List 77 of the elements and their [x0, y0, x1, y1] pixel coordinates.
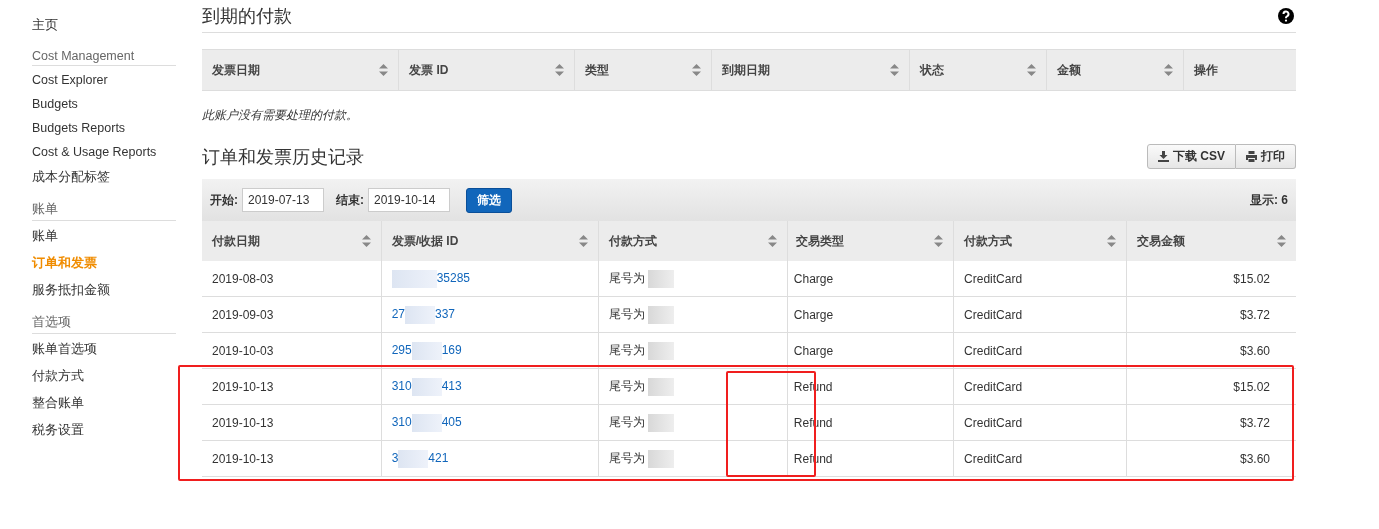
- table-cell: CreditCard: [953, 332, 1127, 369]
- table-cell-text: 尾号为: [609, 414, 646, 429]
- column-header[interactable]: 付款方式: [598, 221, 788, 261]
- empty-message: 此账户没有需要处理的付款。: [202, 107, 359, 124]
- start-date-field[interactable]: 2019-07-13: [242, 188, 324, 212]
- column-header[interactable]: 状态: [909, 49, 1047, 91]
- invoice-link[interactable]: 295: [391, 342, 412, 357]
- sidebar-item[interactable]: 整合账单: [32, 390, 176, 417]
- invoice-link[interactable]: 27: [391, 306, 405, 321]
- table-cell: CreditCard: [953, 440, 1127, 477]
- column-header[interactable]: 到期日期: [711, 49, 910, 91]
- section-title: 订单和发票历史记录: [202, 145, 364, 169]
- table-cell: CreditCard: [953, 261, 1127, 297]
- sidebar-item[interactable]: Budgets: [32, 92, 176, 116]
- table-cell: Charge: [787, 296, 954, 333]
- sidebar-heading: 账单: [32, 197, 176, 221]
- sidebar-heading: Cost Management: [32, 45, 176, 66]
- table-cell: $3.60: [1126, 332, 1296, 369]
- sidebar-item[interactable]: Cost & Usage Reports: [32, 140, 176, 164]
- invoice-link[interactable]: 310: [391, 378, 412, 393]
- table-cell: CreditCard: [953, 296, 1127, 333]
- invoice-link[interactable]: 310: [391, 414, 412, 429]
- start-label: 开始:: [210, 191, 238, 209]
- sidebar-item[interactable]: Cost Explorer: [32, 68, 176, 92]
- end-label: 结束:: [336, 191, 364, 209]
- column-header[interactable]: 交易类型: [787, 221, 954, 261]
- table-cell-text: 尾号为: [609, 270, 646, 285]
- table-cell: $3.60: [1126, 440, 1296, 477]
- table-cell: Charge: [787, 332, 954, 369]
- column-header[interactable]: 发票/收据 ID: [381, 221, 599, 261]
- invoice-link[interactable]: 169: [441, 342, 462, 357]
- invoice-link[interactable]: 421: [428, 450, 449, 465]
- invoice-link[interactable]: 35285: [436, 270, 470, 285]
- column-header[interactable]: 交易金额: [1126, 221, 1296, 261]
- table-cell: 2019-08-03: [202, 261, 382, 297]
- column-header[interactable]: 类型: [574, 49, 712, 91]
- column-header[interactable]: 操作: [1183, 49, 1296, 91]
- sidebar-item[interactable]: 付款方式: [32, 363, 176, 390]
- column-header[interactable]: 付款日期: [202, 221, 382, 261]
- table-cell: $3.72: [1126, 296, 1296, 333]
- column-header[interactable]: 金额: [1046, 49, 1184, 91]
- invoice-link[interactable]: 405: [441, 414, 462, 429]
- table-cell-text: 尾号为: [609, 306, 646, 321]
- table-cell: CreditCard: [953, 368, 1127, 405]
- sidebar-heading: 首选项: [32, 310, 176, 334]
- table-cell-text: 尾号为: [609, 378, 646, 393]
- invoice-link[interactable]: 3: [391, 450, 399, 465]
- table-cell: CreditCard: [953, 404, 1127, 441]
- table-cell-text: 尾号为: [609, 450, 646, 465]
- table-cell: 2019-10-03: [202, 332, 382, 369]
- sidebar-item[interactable]: 服务抵扣金额: [32, 277, 176, 304]
- sidebar-item[interactable]: 账单首选项: [32, 336, 176, 363]
- sidebar-item[interactable]: 主页: [32, 12, 176, 39]
- print-button[interactable]: 打印: [1236, 144, 1296, 169]
- filter-button[interactable]: 筛选: [466, 187, 512, 213]
- table-cell: $15.02: [1126, 261, 1296, 297]
- sidebar-item[interactable]: Budgets Reports: [32, 116, 176, 140]
- table-cell: 2019-10-13: [202, 440, 382, 477]
- sidebar-item[interactable]: 成本分配标签: [32, 164, 176, 191]
- download-button[interactable]: 下载 CSV: [1147, 144, 1236, 169]
- column-header[interactable]: 发票 ID: [398, 49, 575, 91]
- end-date-field[interactable]: 2019-10-14: [368, 188, 450, 212]
- table-cell-text: 尾号为: [609, 342, 646, 357]
- table-cell: $3.72: [1126, 404, 1296, 441]
- sidebar-item[interactable]: 账单: [32, 223, 176, 250]
- result-count: 显示: 6: [1250, 191, 1288, 209]
- table-cell: 2019-10-13: [202, 404, 382, 441]
- table-cell: 2019-09-03: [202, 296, 382, 333]
- table-cell: Charge: [787, 261, 954, 297]
- section-title: 到期的付款: [202, 5, 292, 28]
- column-header[interactable]: 付款方式: [953, 221, 1127, 261]
- invoice-link[interactable]: 413: [441, 378, 462, 393]
- table-cell: $15.02: [1126, 368, 1296, 405]
- invoice-link[interactable]: 337: [435, 306, 455, 321]
- sidebar-item[interactable]: 税务设置: [32, 417, 176, 444]
- table-cell: 2019-10-13: [202, 368, 382, 405]
- column-header[interactable]: 发票日期: [202, 49, 399, 91]
